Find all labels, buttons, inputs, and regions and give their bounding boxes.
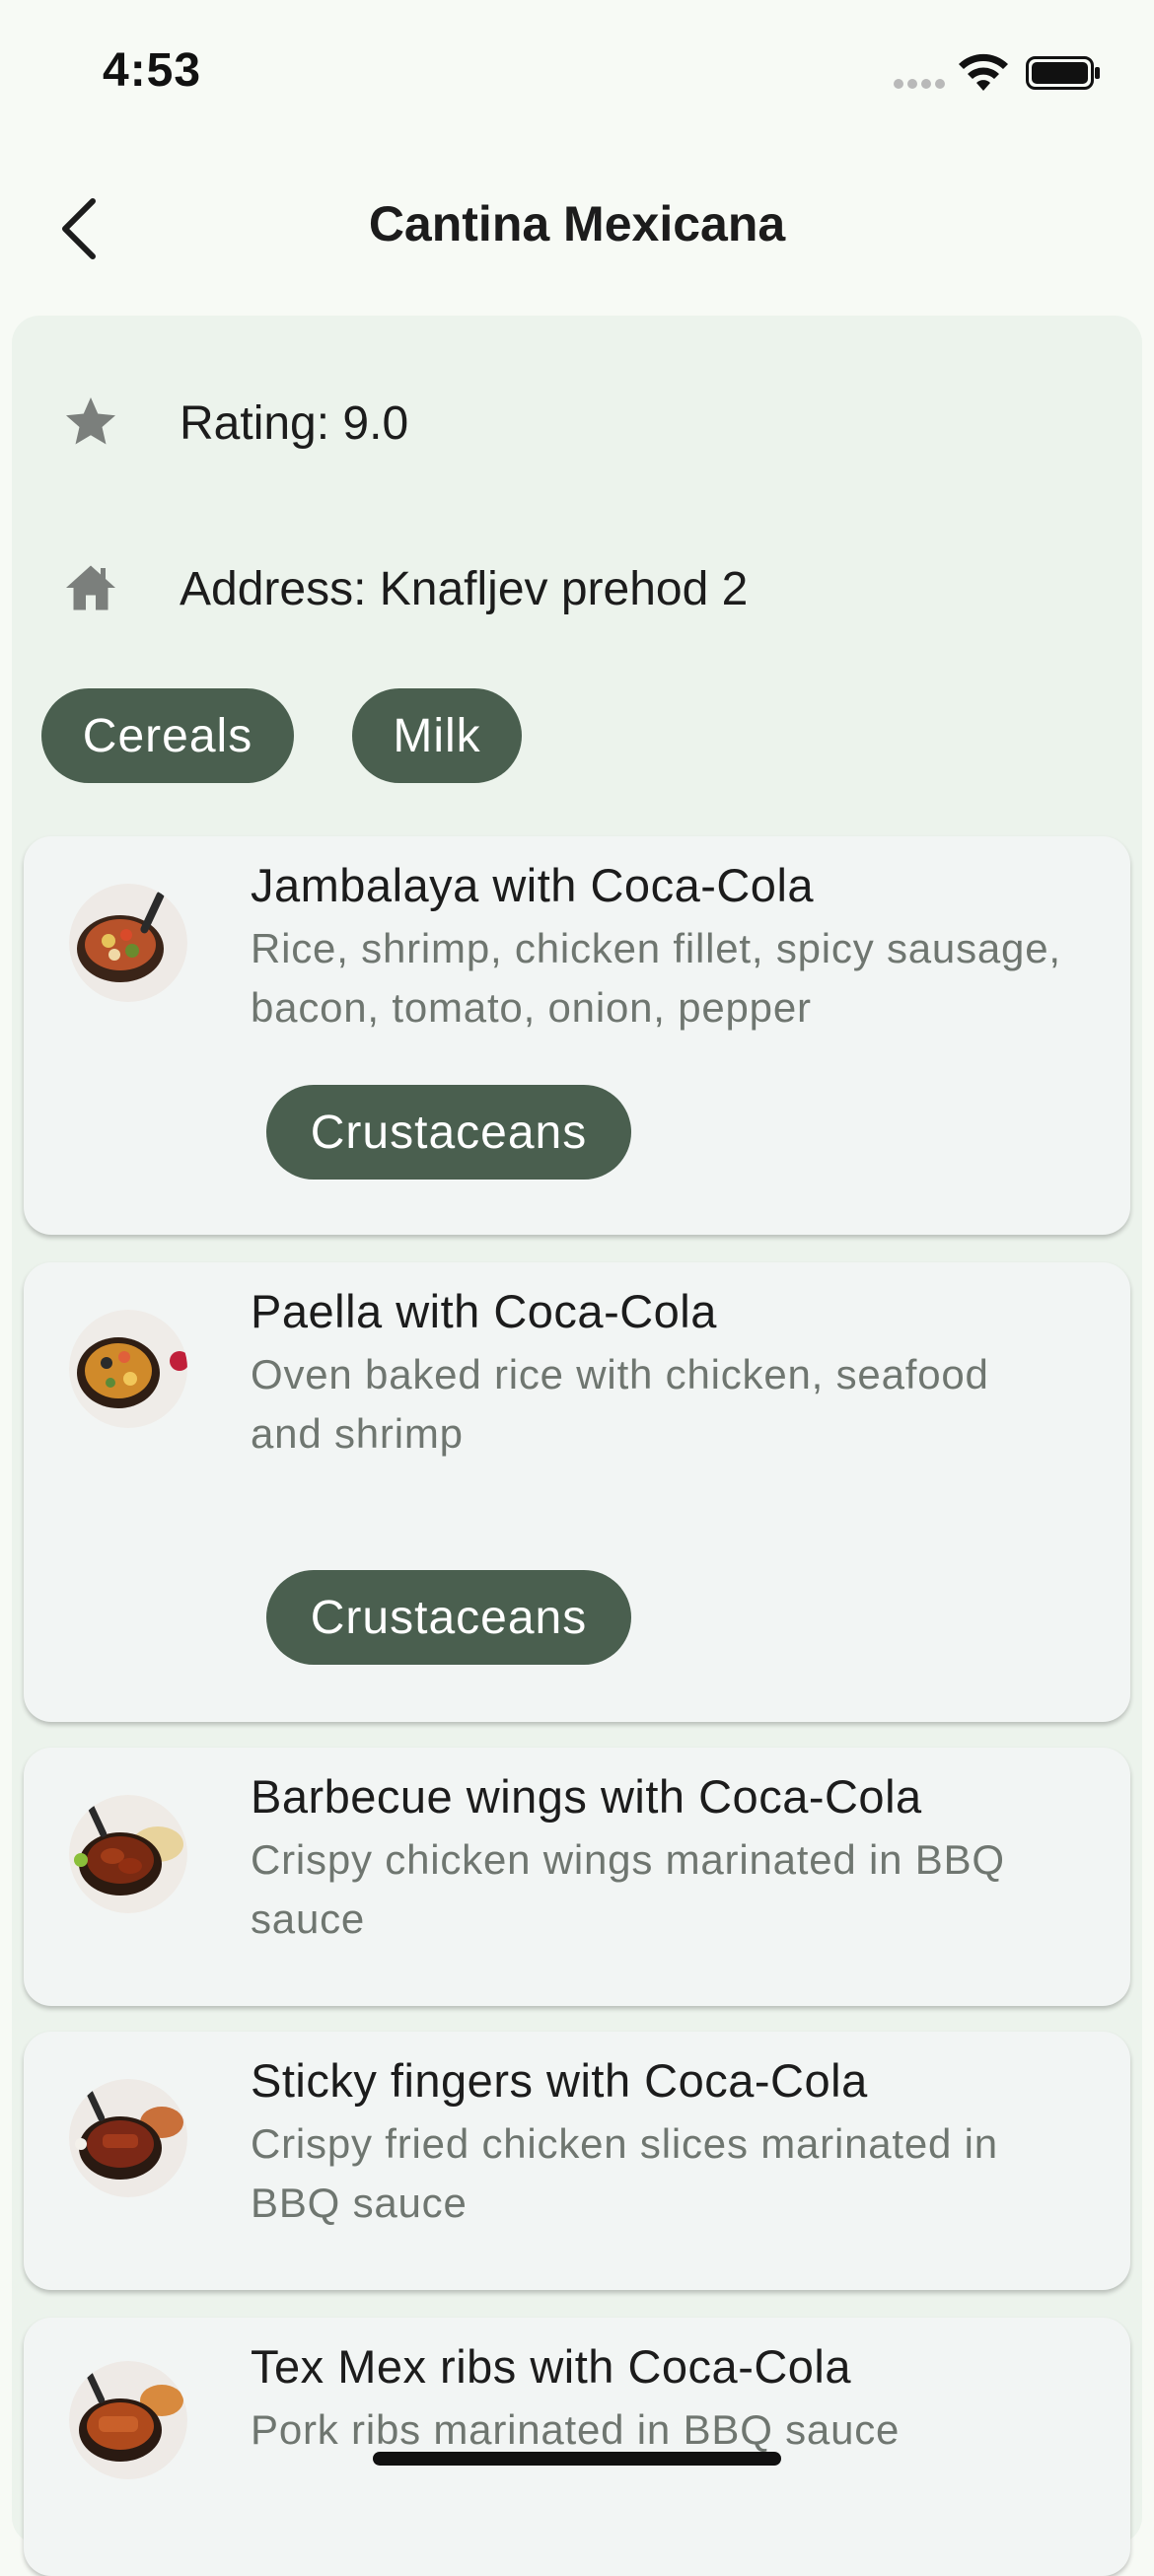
star-icon bbox=[66, 397, 115, 445]
dish-photo bbox=[69, 2079, 187, 2197]
dish-description: Pork ribs marinated in BBQ sauce bbox=[251, 2406, 901, 2453]
dish-photo bbox=[69, 2361, 187, 2479]
rating-row: Rating: 9.0 bbox=[12, 369, 1142, 467]
dish-name: Barbecue wings with Coca-Cola bbox=[251, 1770, 922, 1823]
signal-icon bbox=[894, 79, 947, 93]
allergen-chip[interactable]: Crustaceans bbox=[266, 1085, 631, 1180]
app-bar: Cantina Mexicana bbox=[0, 168, 1154, 276]
wifi-icon bbox=[959, 53, 1008, 91]
dish-description: Rice, shrimp, chicken fillet, spicy saus… bbox=[251, 925, 1061, 1031]
dish-description: Crispy fried chicken slices marinated in… bbox=[251, 2120, 998, 2226]
status-bar: 4:53 bbox=[0, 0, 1154, 148]
dish-photo bbox=[69, 884, 187, 1002]
dish-card[interactable]: Sticky fingers with Coca-Cola Crispy fri… bbox=[24, 2032, 1130, 2290]
tag-chip-cereals[interactable]: Cereals bbox=[41, 688, 294, 783]
dish-name: Sticky fingers with Coca-Cola bbox=[251, 2054, 868, 2107]
address-row: Address: Knafljev prehod 2 bbox=[12, 535, 1142, 633]
status-time: 4:53 bbox=[103, 44, 202, 97]
address-text: Address: Knafljev prehod 2 bbox=[180, 563, 749, 615]
dish-name: Paella with Coca-Cola bbox=[251, 1285, 717, 1337]
dish-photo bbox=[69, 1310, 187, 1428]
dish-description: Crispy chicken wings marinated in BBQ sa… bbox=[251, 1836, 1005, 1942]
dish-photo bbox=[69, 1795, 187, 1913]
allergen-chip[interactable]: Crustaceans bbox=[266, 1570, 631, 1665]
battery-icon bbox=[1026, 56, 1100, 90]
tag-chip-milk[interactable]: Milk bbox=[352, 688, 522, 783]
home-indicator[interactable] bbox=[373, 2452, 781, 2466]
dish-name: Tex Mex ribs with Coca-Cola bbox=[251, 2340, 852, 2393]
dish-card[interactable]: Paella with Coca-Cola Oven baked rice wi… bbox=[24, 1262, 1130, 1722]
rating-text: Rating: 9.0 bbox=[180, 397, 409, 450]
dish-card[interactable]: Barbecue wings with Coca-Cola Crispy chi… bbox=[24, 1748, 1130, 2006]
dish-card[interactable]: Tex Mex ribs with Coca-Cola Pork ribs ma… bbox=[24, 2318, 1130, 2576]
page-title: Cantina Mexicana bbox=[368, 196, 786, 251]
house-icon bbox=[66, 565, 115, 610]
dish-card[interactable]: Jambalaya with Coca-Cola Rice, shrimp, c… bbox=[24, 836, 1130, 1235]
dish-description: Oven baked rice with chicken, seafood an… bbox=[251, 1351, 989, 1457]
dish-name: Jambalaya with Coca-Cola bbox=[251, 859, 815, 911]
